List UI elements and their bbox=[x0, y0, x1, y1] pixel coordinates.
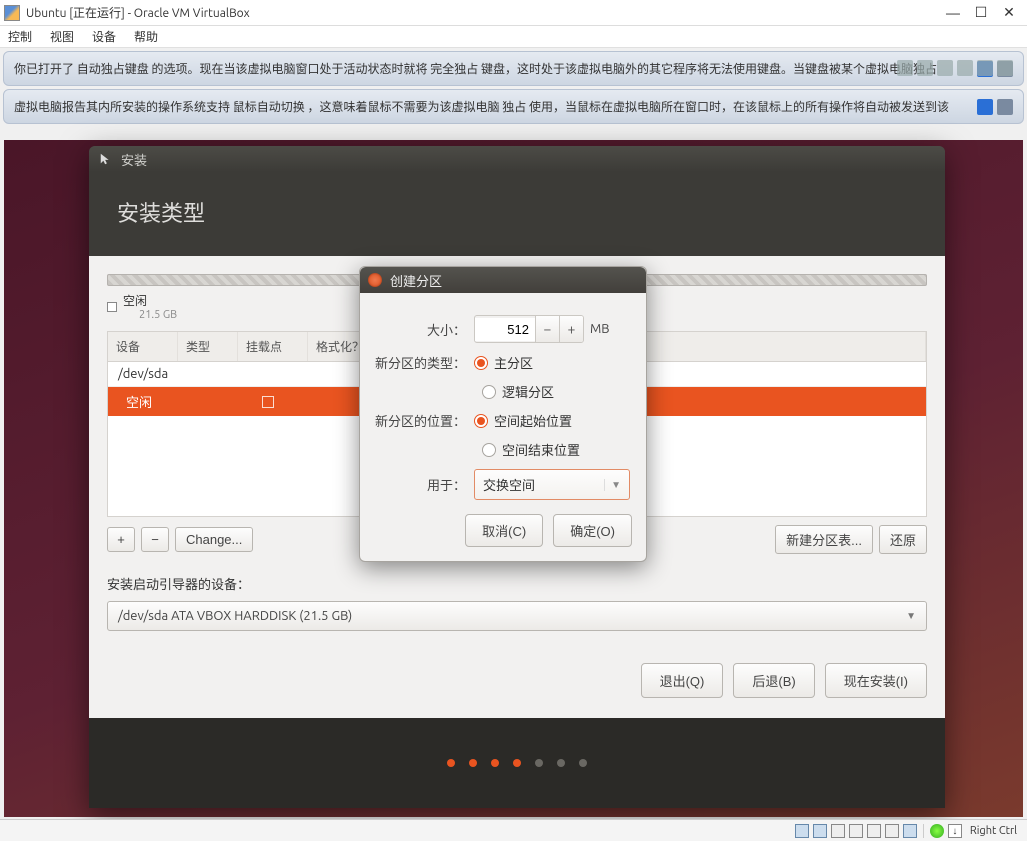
location-end-label: 空间结束位置 bbox=[502, 440, 580, 459]
new-partition-table-button[interactable]: 新建分区表... bbox=[775, 525, 873, 554]
col-mount[interactable]: 挂载点 bbox=[238, 332, 308, 361]
progress-dot bbox=[469, 759, 477, 767]
size-input[interactable] bbox=[475, 318, 535, 341]
type-label: 新分区的类型： bbox=[374, 353, 474, 372]
format-checkbox[interactable] bbox=[262, 396, 274, 408]
size-increment-button[interactable]: + bbox=[559, 316, 583, 342]
change-partition-button[interactable]: Change... bbox=[175, 527, 253, 552]
installer-header: 安装类型 bbox=[89, 172, 945, 256]
install-now-button[interactable]: 现在安装(I) bbox=[825, 663, 927, 698]
progress-dot bbox=[491, 759, 499, 767]
hint-dismiss-icon[interactable] bbox=[977, 99, 993, 115]
legend-label: 空闲 bbox=[123, 295, 147, 308]
minimize-button[interactable]: — bbox=[939, 3, 967, 23]
chevron-down-icon: ▼ bbox=[604, 479, 621, 491]
mouse-integration-hint: 虚拟电脑报告其内所安装的操作系统支持 鼠标自动切换 ，这意味着鼠标不需要为该虚拟… bbox=[3, 89, 1024, 124]
cursor-icon bbox=[99, 152, 113, 166]
quit-button[interactable]: 退出(Q) bbox=[641, 663, 724, 698]
size-label: 大小： bbox=[374, 320, 474, 339]
window-title: Ubuntu [正在运行] - Oracle VM VirtualBox bbox=[26, 4, 939, 21]
guest-indicator-icon bbox=[997, 60, 1013, 76]
maximize-button[interactable]: ☐ bbox=[967, 3, 995, 23]
chevron-down-icon: ▼ bbox=[906, 610, 916, 622]
hostkey-indicator-icon[interactable]: ↓ bbox=[948, 824, 962, 838]
use-as-select[interactable]: 交换空间 ▼ bbox=[474, 469, 630, 500]
type-primary-label: 主分区 bbox=[494, 353, 533, 372]
progress-dot bbox=[447, 759, 455, 767]
col-device[interactable]: 设备 bbox=[108, 332, 178, 361]
cancel-button[interactable]: 取消(C) bbox=[465, 514, 543, 547]
legend-size: 21.5 GB bbox=[139, 309, 177, 321]
remove-partition-button[interactable]: − bbox=[141, 527, 169, 552]
close-button[interactable]: ✕ bbox=[995, 3, 1023, 23]
use-as-value: 交换空间 bbox=[483, 475, 535, 494]
radio-logical[interactable] bbox=[482, 385, 496, 399]
menu-help[interactable]: 帮助 bbox=[134, 28, 158, 45]
shared-folder-icon[interactable] bbox=[849, 824, 863, 838]
bootloader-select[interactable]: /dev/sda ATA VBOX HARDDISK (21.5 GB) ▼ bbox=[107, 601, 927, 631]
hint-disable-icon[interactable] bbox=[997, 99, 1013, 115]
type-logical-label: 逻辑分区 bbox=[502, 382, 554, 401]
legend-swatch bbox=[107, 302, 117, 312]
video-capture-icon[interactable] bbox=[885, 824, 899, 838]
guest-indicator-icon bbox=[977, 60, 993, 76]
add-partition-button[interactable]: + bbox=[107, 527, 135, 552]
display-icon[interactable] bbox=[867, 824, 881, 838]
vbox-titlebar: Ubuntu [正在运行] - Oracle VM VirtualBox — ☐… bbox=[0, 0, 1027, 26]
use-label: 用于： bbox=[374, 475, 474, 494]
ok-button[interactable]: 确定(O) bbox=[553, 514, 632, 547]
radio-location-end[interactable] bbox=[482, 443, 496, 457]
vbox-menubar: 控制 视图 设备 帮助 bbox=[0, 26, 1027, 48]
back-button[interactable]: 后退(B) bbox=[733, 663, 814, 698]
guest-indicator-icon bbox=[917, 60, 933, 76]
progress-dot bbox=[535, 759, 543, 767]
revert-button[interactable]: 还原 bbox=[879, 525, 927, 554]
menu-device[interactable]: 设备 bbox=[92, 28, 116, 45]
guest-indicator-icon bbox=[957, 60, 973, 76]
guest-indicator-icon bbox=[937, 60, 953, 76]
progress-dot bbox=[513, 759, 521, 767]
location-begin-label: 空间起始位置 bbox=[494, 411, 572, 430]
vm-display: 安装 安装类型 空闲 21.5 GB 设备 类型 挂载点 bbox=[4, 140, 1023, 817]
hostkey-label: Right Ctrl bbox=[966, 825, 1021, 837]
radio-location-begin[interactable] bbox=[474, 414, 488, 428]
hint-text-1: 你已打开了 自动独占键盘 的选项。现在当该虚拟电脑窗口处于活动状态时就将 完全独… bbox=[14, 60, 937, 77]
hint-text-2: 虚拟电脑报告其内所安装的操作系统支持 鼠标自动切换 ，这意味着鼠标不需要为该虚拟… bbox=[14, 98, 949, 115]
progress-dot bbox=[579, 759, 587, 767]
close-icon[interactable] bbox=[368, 273, 382, 287]
bootloader-value: /dev/sda ATA VBOX HARDDISK (21.5 GB) bbox=[118, 609, 352, 623]
virtualbox-icon bbox=[4, 5, 20, 21]
create-partition-dialog: 创建分区 大小： − + MB 新分区的类型： 主分区 逻辑分区 bbox=[359, 266, 647, 562]
guest-indicator-icon bbox=[897, 60, 913, 76]
menu-view[interactable]: 视图 bbox=[50, 28, 74, 45]
installer-titlebar[interactable]: 安装 bbox=[89, 146, 945, 172]
col-type[interactable]: 类型 bbox=[178, 332, 238, 361]
optical-icon[interactable] bbox=[813, 824, 827, 838]
size-decrement-button[interactable]: − bbox=[535, 316, 559, 342]
dialog-titlebar[interactable]: 创建分区 bbox=[360, 267, 646, 293]
usb-icon[interactable] bbox=[831, 824, 845, 838]
dialog-title: 创建分区 bbox=[390, 271, 442, 290]
size-spinner[interactable]: − + bbox=[474, 315, 584, 343]
vbox-statusbar: ↓ Right Ctrl bbox=[0, 819, 1027, 841]
features-icon[interactable] bbox=[903, 824, 917, 838]
progress-dot bbox=[557, 759, 565, 767]
menu-control[interactable]: 控制 bbox=[8, 28, 32, 45]
mouse-integration-icon[interactable] bbox=[930, 824, 944, 838]
size-unit: MB bbox=[590, 322, 610, 336]
installer-progress-dots bbox=[89, 718, 945, 808]
location-label: 新分区的位置： bbox=[374, 411, 474, 430]
bootloader-label: 安装启动引导器的设备： bbox=[107, 574, 927, 593]
harddisk-icon[interactable] bbox=[795, 824, 809, 838]
radio-primary[interactable] bbox=[474, 356, 488, 370]
keyboard-capture-hint: 你已打开了 自动独占键盘 的选项。现在当该虚拟电脑窗口处于活动状态时就将 完全独… bbox=[3, 51, 1024, 86]
free-space-label: 空闲 bbox=[118, 392, 152, 411]
installer-title: 安装 bbox=[121, 150, 147, 169]
